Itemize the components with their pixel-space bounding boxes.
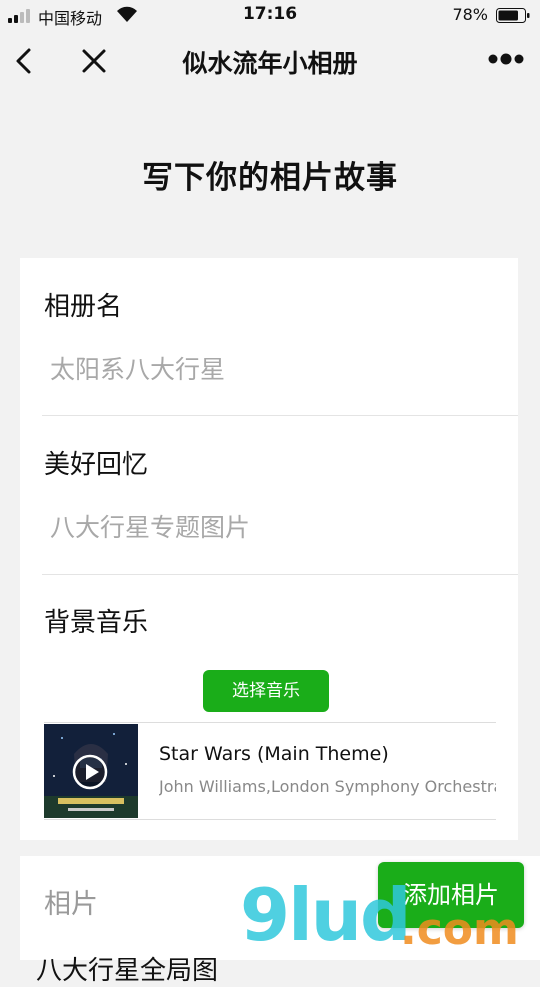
page-heading: 写下你的相片故事 [142,160,398,196]
divider [42,574,518,575]
song-title: Star Wars (Main Theme) [159,743,389,765]
memory-label: 美好回忆 [44,450,149,480]
select-music-button[interactable]: 选择音乐 [203,670,329,712]
nav-title: 似水流年小相册 [182,49,358,78]
battery-percent: 78% [452,5,488,24]
divider [42,415,518,416]
photo-item-text: 八大行星全局图 [36,956,219,986]
more-dots-icon[interactable] [488,52,524,66]
status-bar: 中国移动 17:16 78% [0,0,540,30]
album-cover-icon [44,724,138,818]
battery-icon [496,8,530,23]
photos-label: 相片 [44,889,98,920]
add-photo-button[interactable]: 添加相片 [378,862,524,928]
album-form-card: 相册名 太阳系八大行星 美好回忆 八大行星专题图片 背景音乐 选择音乐 Star… [20,258,518,840]
nav-bar: 似水流年小相册 [0,30,540,92]
music-card[interactable]: Star Wars (Main Theme) John Williams,Lon… [44,722,496,820]
play-icon[interactable] [72,754,108,790]
song-artist: John Williams,London Symphony Orchestra [159,777,496,796]
album-name-label: 相册名 [44,292,123,322]
memory-input[interactable]: 八大行星专题图片 [50,508,250,544]
music-label: 背景音乐 [44,608,149,638]
album-name-input[interactable]: 太阳系八大行星 [50,350,225,386]
